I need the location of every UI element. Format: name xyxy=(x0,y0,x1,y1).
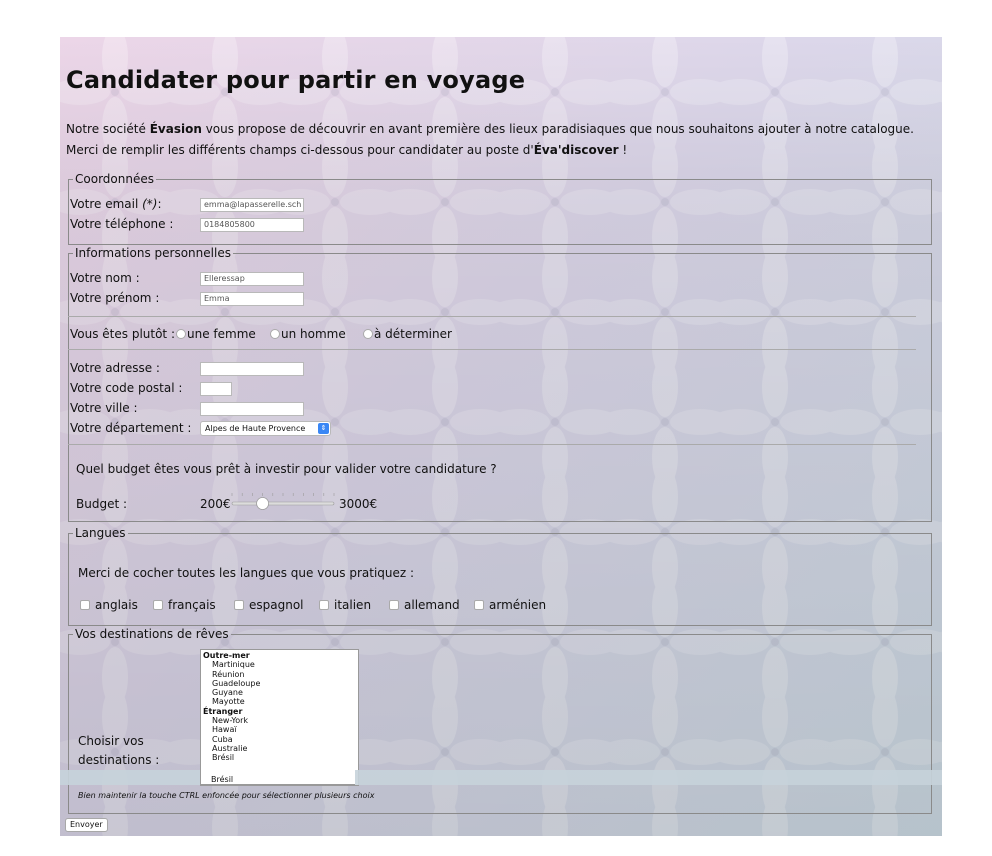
budget-label: Budget : xyxy=(76,497,128,511)
optgroup-outre-mer: Outre-mer xyxy=(203,651,250,660)
adresse-field[interactable] xyxy=(200,362,304,376)
radio-femme[interactable] xyxy=(176,329,186,339)
horizontal-scrollbar-track[interactable] xyxy=(60,770,942,785)
legend-langues: Langues xyxy=(75,526,126,540)
legend-coordonnees: Coordonnées xyxy=(75,172,154,186)
prenom-label: Votre prénom : xyxy=(70,291,160,305)
email-field[interactable]: emma@lapasserelle.sch xyxy=(200,198,304,212)
checkbox-armenien[interactable] xyxy=(474,600,484,610)
prenom-field[interactable]: Emma xyxy=(200,292,304,306)
langue-option-francais[interactable]: français xyxy=(153,598,216,612)
destinations-hint: Bien maintenir la touche CTRL enfoncée p… xyxy=(78,791,375,800)
destinations-listbox[interactable]: Outre-mer Martinique Réunion Guadeloupe … xyxy=(200,649,359,786)
option-guadeloupe[interactable]: Guadeloupe xyxy=(201,679,358,688)
legend-personal-info: Informations personnelles xyxy=(75,246,231,260)
legend-destinations: Vos destinations de rêves xyxy=(75,627,229,641)
destinations-label-line1: Choisir vos xyxy=(78,734,144,748)
intro-text: Notre société Évasion vous propose de dé… xyxy=(66,122,914,157)
budget-min-label: 200€ xyxy=(200,497,231,511)
radio-homme[interactable] xyxy=(270,329,280,339)
langue-option-allemand[interactable]: allemand xyxy=(389,598,460,612)
langue-option-espagnol[interactable]: espagnol xyxy=(234,598,304,612)
brand-name: Évasion xyxy=(149,122,202,136)
nom-label: Votre nom : xyxy=(70,271,140,285)
option-new-york[interactable]: New-York xyxy=(201,716,358,725)
page-title: Candidater pour partir en voyage xyxy=(66,66,526,94)
option-hawai[interactable]: Hawaï xyxy=(201,725,358,734)
option-mayotte[interactable]: Mayotte xyxy=(201,697,358,706)
checkbox-allemand[interactable] xyxy=(389,600,399,610)
option-reunion[interactable]: Réunion xyxy=(201,670,358,679)
phone-field[interactable]: 0184805800 xyxy=(200,218,304,232)
checkbox-italien[interactable] xyxy=(319,600,329,610)
ville-label: Votre ville : xyxy=(70,401,138,415)
departement-label: Votre département : xyxy=(70,421,192,435)
budget-question: Quel budget êtes vous prêt à investir po… xyxy=(76,462,497,476)
ville-field[interactable] xyxy=(200,402,304,416)
select-arrows-icon: ⇕ xyxy=(318,423,329,434)
divider xyxy=(68,349,916,350)
gender-label: Vous êtes plutôt : xyxy=(70,327,175,341)
phone-label: Votre téléphone : xyxy=(70,217,174,231)
langue-option-armenien[interactable]: arménien xyxy=(474,598,546,612)
option-guyane[interactable]: Guyane xyxy=(201,688,358,697)
email-label: Votre email (*): xyxy=(70,197,162,211)
nom-field[interactable]: Elleressap xyxy=(200,272,304,286)
checkbox-espagnol[interactable] xyxy=(234,600,244,610)
page: Candidater pour partir en voyage Notre s… xyxy=(60,37,942,836)
option-bresil-visible: Brésil xyxy=(211,775,234,784)
langue-option-anglais[interactable]: anglais xyxy=(80,598,138,612)
option-bresil[interactable]: Brésil xyxy=(201,753,358,762)
radio-indetermine[interactable] xyxy=(363,329,373,339)
langues-question: Merci de cocher toutes les langues que v… xyxy=(78,566,415,580)
gender-option-indetermine[interactable]: à déterminer xyxy=(363,327,452,341)
option-martinique[interactable]: Martinique xyxy=(201,660,358,669)
slider-thumb[interactable] xyxy=(256,497,269,510)
option-cuba[interactable]: Cuba xyxy=(201,735,358,744)
code-postal-field[interactable] xyxy=(200,382,232,396)
option-australie[interactable]: Australie xyxy=(201,744,358,753)
role-name: Éva'discover xyxy=(533,143,619,157)
checkbox-anglais[interactable] xyxy=(80,600,90,610)
gender-option-homme[interactable]: un homme xyxy=(270,327,346,341)
divider xyxy=(68,444,916,445)
budget-slider[interactable] xyxy=(230,490,338,512)
fieldset-destinations: Vos destinations de rêves xyxy=(68,627,932,814)
fieldset-coordonnees: Coordonnées xyxy=(68,172,932,245)
gender-option-femme[interactable]: une femme xyxy=(176,327,256,341)
checkbox-francais[interactable] xyxy=(153,600,163,610)
adresse-label: Votre adresse : xyxy=(70,361,160,375)
langue-option-italien[interactable]: italien xyxy=(319,598,371,612)
budget-max-label: 3000€ xyxy=(339,497,378,511)
submit-button[interactable]: Envoyer xyxy=(65,818,108,832)
fieldset-personal-info: Informations personnelles xyxy=(68,246,932,522)
departement-select[interactable]: Alpes de Haute Provence ⇕ xyxy=(200,421,331,436)
code-postal-label: Votre code postal : xyxy=(70,381,183,395)
optgroup-etranger: Étranger xyxy=(203,706,243,716)
divider xyxy=(68,316,916,317)
destinations-label-line2: destinations : xyxy=(78,753,160,767)
